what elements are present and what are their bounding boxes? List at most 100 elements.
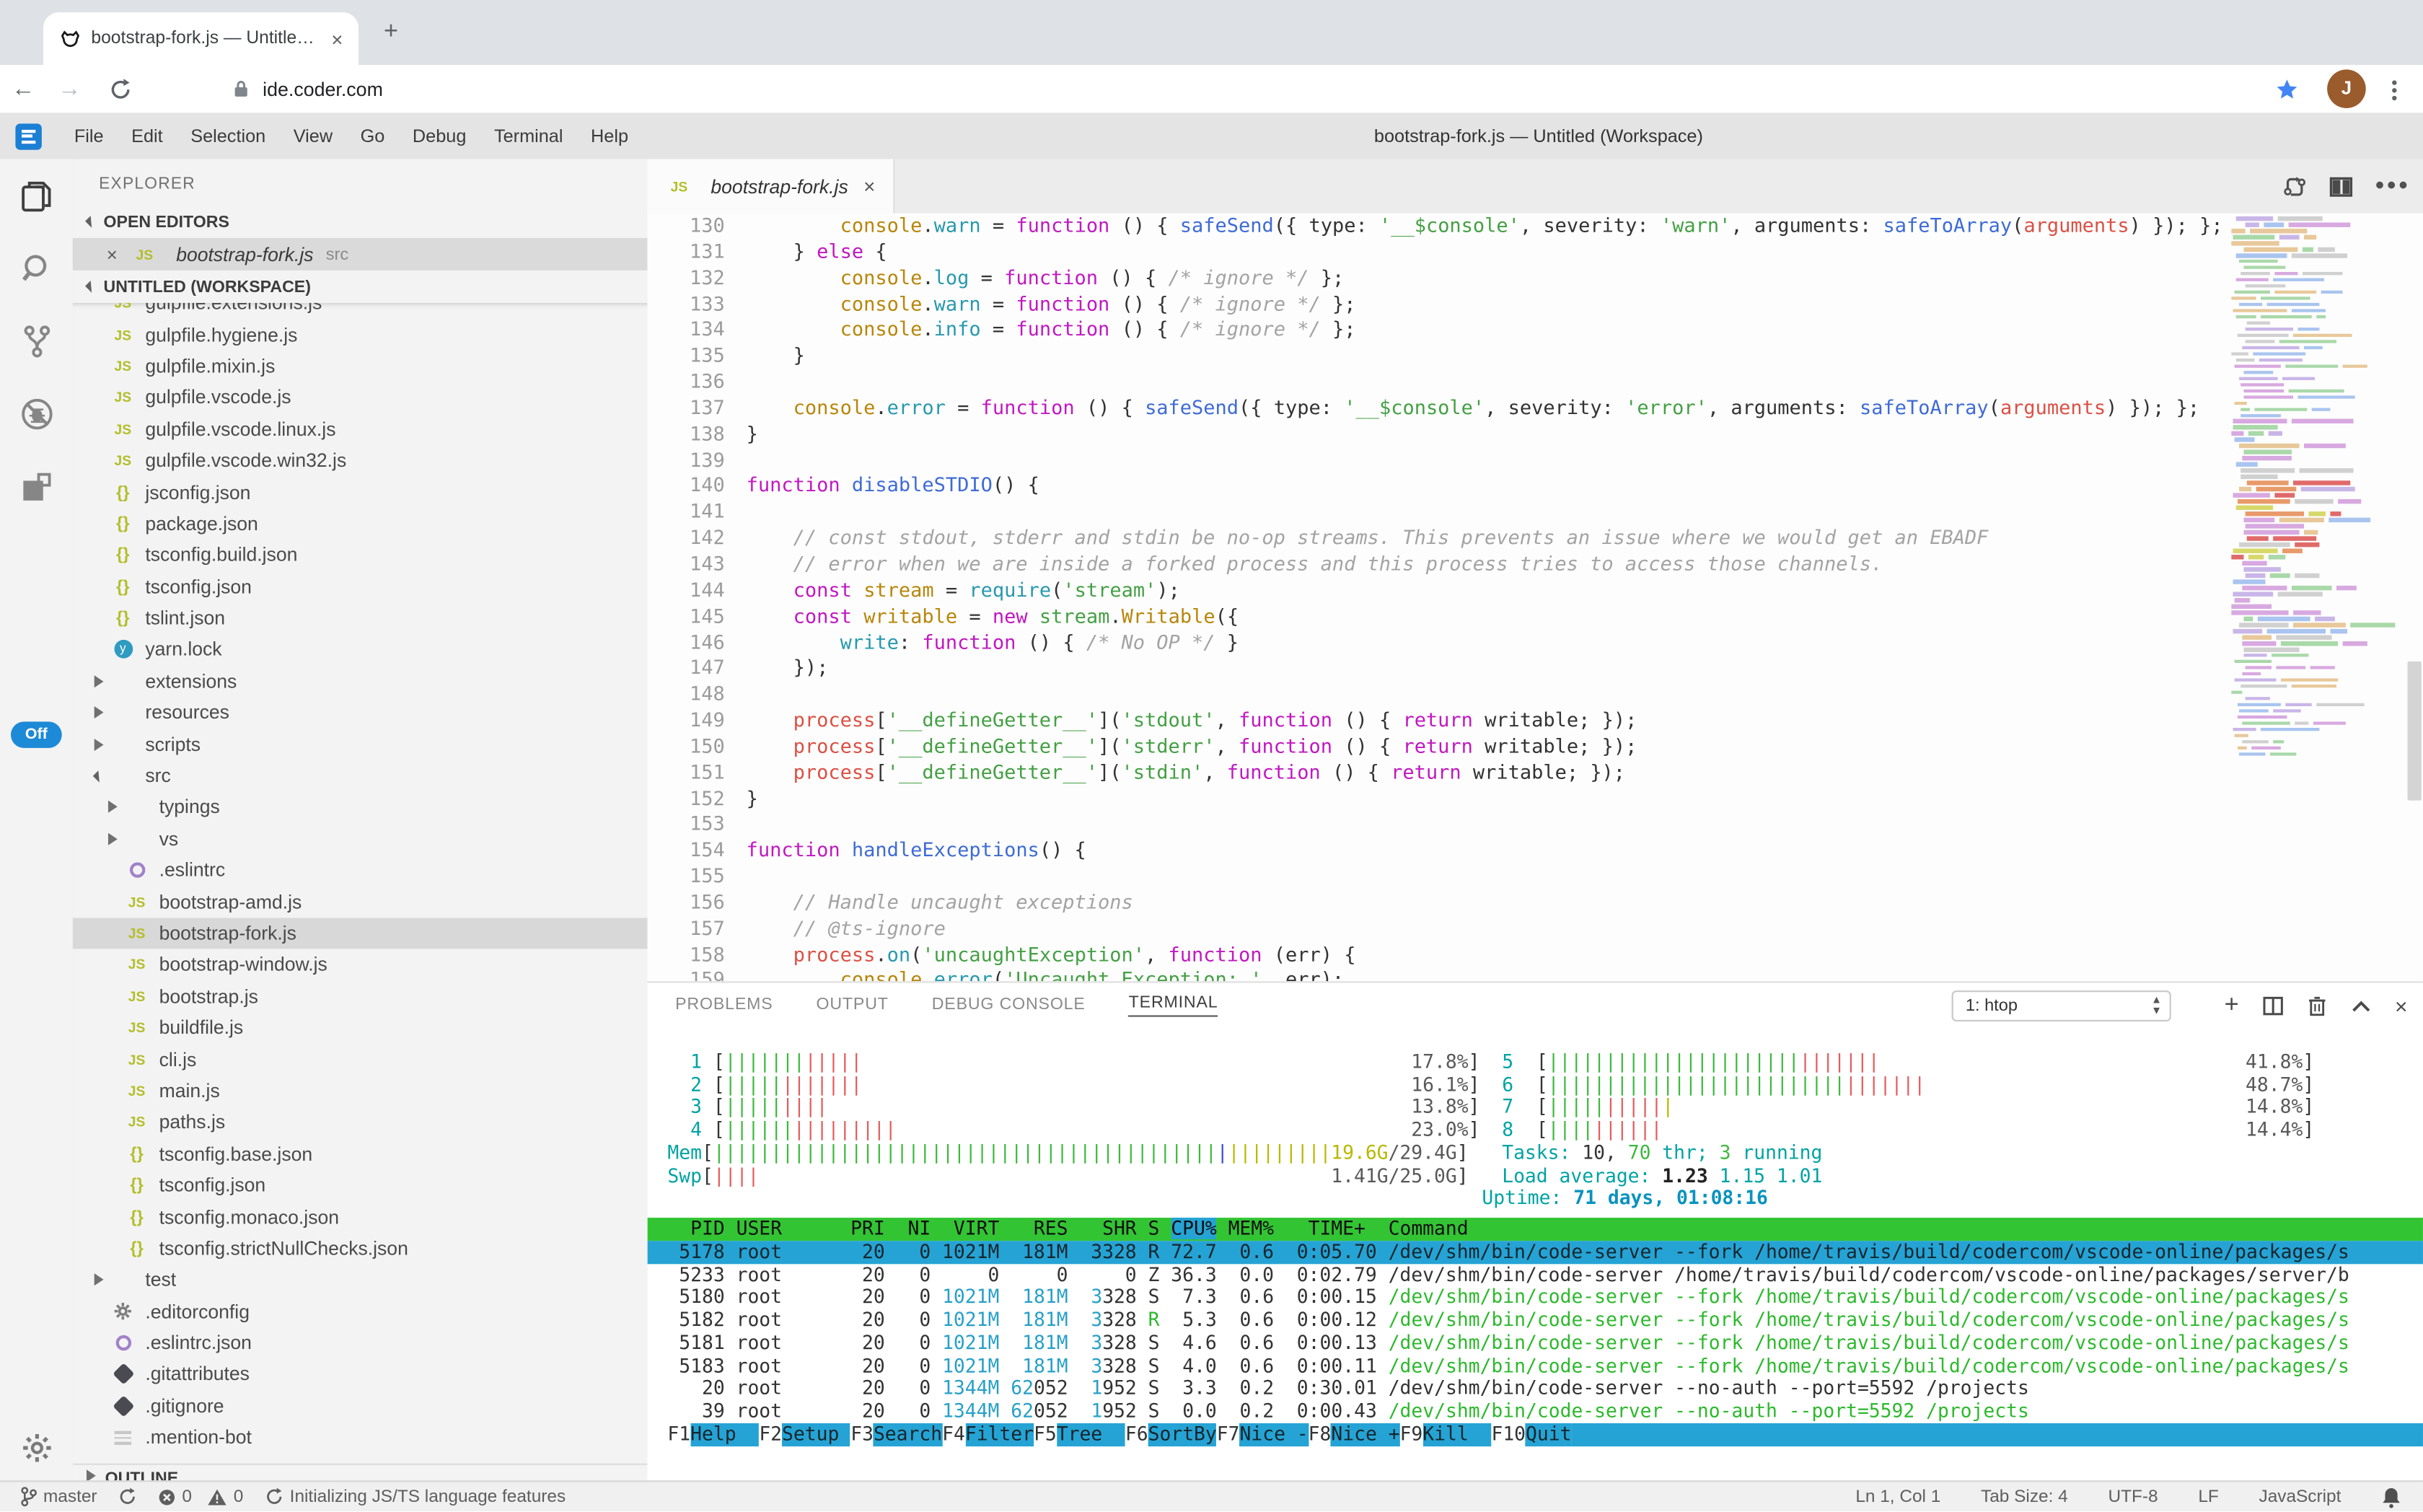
file-tree-item[interactable]: .editorconfig	[73, 1296, 648, 1327]
file-tree-item[interactable]: JSpaths.js	[73, 1107, 648, 1138]
panel-tab-debug-console[interactable]: DEBUG CONSOLE	[932, 995, 1086, 1016]
file-tree-item[interactable]: JSgulpfile.vscode.linux.js	[73, 413, 648, 445]
extensions-icon[interactable]	[19, 468, 56, 505]
chevron-right-icon[interactable]	[94, 675, 110, 687]
new-terminal-icon[interactable]: +	[2225, 991, 2239, 1019]
file-tree-item[interactable]: src	[73, 760, 648, 792]
file-tree-item[interactable]: {}package.json	[73, 508, 648, 540]
file-tree-item[interactable]: {}tsconfig.monaco.json	[73, 1201, 648, 1233]
browser-menu-icon[interactable]	[2392, 77, 2398, 103]
file-tree-item[interactable]: .gitignore	[73, 1390, 648, 1422]
file-tree-item[interactable]: .gitattributes	[73, 1359, 648, 1391]
editor-group[interactable]: JS bootstrap-fork.js × ••• 130 console.w…	[648, 159, 2423, 982]
htop-process-row[interactable]: 5183 root 20 0 1021M 181M 3328 S 4.0 0.6…	[648, 1355, 2423, 1378]
menu-edit[interactable]: Edit	[118, 126, 177, 147]
app-logo-icon[interactable]	[15, 123, 41, 149]
problems-indicator[interactable]: 0 0	[157, 1487, 243, 1506]
chevron-right-icon[interactable]	[94, 1274, 110, 1286]
htop-process-row[interactable]: 5181 root 20 0 1021M 181M 3328 S 4.6 0.6…	[648, 1332, 2423, 1355]
chevron-right-icon[interactable]	[94, 707, 110, 719]
source-control-icon[interactable]	[19, 323, 56, 360]
file-tree-item[interactable]: JSgulpfile.extensions.js	[73, 303, 648, 319]
chevron-right-icon[interactable]	[108, 832, 123, 845]
forward-icon[interactable]: →	[46, 76, 92, 102]
terminal[interactable]: 1 [||||||||||||17.8%]5 [||||||||||||||||…	[648, 1028, 2423, 1482]
menu-terminal[interactable]: Terminal	[480, 126, 577, 147]
file-tree-item[interactable]: yyarn.lock	[73, 634, 648, 666]
file-tree-item[interactable]: {}jsconfig.json	[73, 477, 648, 509]
file-tree-item[interactable]: JSgulpfile.mixin.js	[73, 351, 648, 382]
file-tree-item[interactable]: JSgulpfile.vscode.js	[73, 382, 648, 413]
close-panel-icon[interactable]: ×	[2395, 993, 2408, 1017]
htop-process-row[interactable]: 5180 root 20 0 1021M 181M 3328 S 7.3 0.6…	[648, 1286, 2423, 1309]
status-tab-size-4[interactable]: Tab Size: 4	[1981, 1487, 2068, 1506]
debug-icon[interactable]	[19, 395, 56, 432]
file-tree-item[interactable]: typings	[73, 791, 648, 823]
more-actions-icon[interactable]: •••	[2375, 172, 2411, 201]
explorer-icon[interactable]	[19, 177, 56, 214]
browser-tab[interactable]: bootstrap-fork.js — Untitled (W ×	[43, 12, 359, 65]
file-tree-item[interactable]: JSgulpfile.hygiene.js	[73, 319, 648, 351]
file-tree-item[interactable]: {}tsconfig.build.json	[73, 540, 648, 571]
menu-go[interactable]: Go	[346, 126, 398, 147]
tab-close-icon[interactable]: ×	[331, 27, 343, 50]
htop-function-key-bar[interactable]: F1Help F2Setup F3SearchF4FilterF5Tree F6…	[648, 1423, 2423, 1446]
file-tree-item[interactable]: resources	[73, 697, 648, 729]
status-javascript[interactable]: JavaScript	[2259, 1487, 2341, 1506]
terminal-select[interactable]: 1: htop▲▼	[1952, 990, 2171, 1021]
file-tree-item[interactable]: {}tsconfig.json	[73, 1170, 648, 1202]
htop-table-header[interactable]: PID USER PRI NI VIRT RES SHR S CPU% MEM%…	[648, 1218, 2423, 1241]
htop-process-row[interactable]: 39 root 20 0 1344M 62052 1952 S 0.0 0.2 …	[648, 1400, 2423, 1423]
split-terminal-icon[interactable]	[2262, 995, 2284, 1016]
file-tree-item[interactable]: vs	[73, 823, 648, 855]
htop-process-row[interactable]: 20 root 20 0 1344M 62052 1952 S 3.3 0.2 …	[648, 1377, 2423, 1400]
file-tree-item[interactable]: scripts	[73, 729, 648, 760]
panel-tab-output[interactable]: OUTPUT	[817, 995, 889, 1016]
file-tree-item[interactable]: {}tsconfig.strictNullChecks.json	[73, 1233, 648, 1265]
panel-tab-terminal[interactable]: TERMINAL	[1129, 993, 1218, 1016]
status-utf-8[interactable]: UTF-8	[2108, 1487, 2158, 1506]
file-tree-item[interactable]: .mention-bot	[73, 1422, 648, 1454]
outline-header[interactable]: OUTLINE	[73, 1464, 648, 1481]
search-icon[interactable]	[19, 250, 56, 287]
sync-editors-icon[interactable]	[2282, 174, 2307, 198]
htop-process-row[interactable]: 5182 root 20 0 1021M 181M 3328 R 5.3 0.6…	[648, 1309, 2423, 1332]
sync-button[interactable]	[117, 1487, 137, 1507]
open-editor-item[interactable]: × JS bootstrap-fork.js src	[73, 238, 648, 271]
file-tree-item[interactable]: .eslintrc	[73, 855, 648, 887]
file-tree-item[interactable]: .eslintrc.json	[73, 1327, 648, 1359]
file-tree-item[interactable]: JSgulpfile.vscode.win32.js	[73, 445, 648, 477]
editor-scrollbar[interactable]	[2408, 662, 2422, 801]
chevron-right-icon[interactable]	[108, 801, 123, 814]
file-tree-item[interactable]: JSbootstrap.js	[73, 980, 648, 1012]
reload-icon[interactable]	[108, 76, 133, 101]
code-editor[interactable]: 130 console.warn = function () { safeSen…	[648, 214, 2423, 982]
back-icon[interactable]: ←	[0, 76, 46, 102]
file-tree-item[interactable]: JSbootstrap-window.js	[73, 949, 648, 981]
minimap[interactable]	[2220, 216, 2403, 804]
language-status[interactable]: Initializing JS/TS language features	[263, 1487, 566, 1507]
menu-view[interactable]: View	[279, 126, 346, 147]
bookmark-star-icon[interactable]	[2274, 77, 2299, 102]
panel-tab-problems[interactable]: PROBLEMS	[675, 995, 773, 1016]
settings-gear-icon[interactable]	[19, 1430, 56, 1467]
off-toggle-badge[interactable]: Off	[11, 721, 62, 747]
status-lf[interactable]: LF	[2198, 1487, 2218, 1506]
editor-tab[interactable]: JS bootstrap-fork.js ×	[648, 159, 896, 214]
status-ln-1-col-1[interactable]: Ln 1, Col 1	[1855, 1487, 1940, 1506]
bell-icon[interactable]	[2381, 1486, 2401, 1508]
file-tree-item[interactable]: {}tslint.json	[73, 602, 648, 634]
menu-selection[interactable]: Selection	[177, 126, 280, 147]
file-tree-item[interactable]: JSbootstrap-fork.js	[73, 918, 648, 949]
tab-close-icon[interactable]: ×	[863, 175, 875, 198]
file-tree-item[interactable]: {}tsconfig.base.json	[73, 1138, 648, 1170]
file-tree-item[interactable]: JScli.js	[73, 1044, 648, 1076]
chevron-down-icon[interactable]	[94, 772, 110, 780]
split-editor-icon[interactable]	[2329, 174, 2354, 198]
menu-debug[interactable]: Debug	[399, 126, 480, 147]
avatar[interactable]: J	[2327, 69, 2366, 108]
kill-terminal-icon[interactable]	[2307, 995, 2327, 1016]
htop-process-row[interactable]: 5233 root 20 0 0 0 0 Z 36.3 0.0 0:02.79 …	[648, 1263, 2423, 1286]
open-editors-header[interactable]: OPEN EDITORS	[73, 206, 648, 238]
new-tab-button[interactable]: +	[376, 17, 407, 48]
